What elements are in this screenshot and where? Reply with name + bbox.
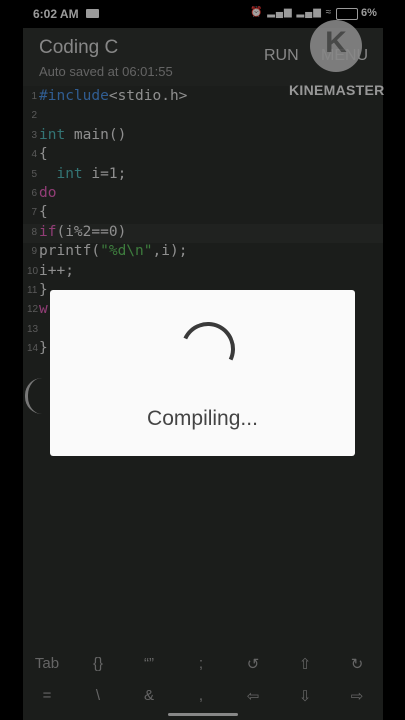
signal-icons: ⏰ ▂▄▆ ▂▄▆ ≈ (250, 7, 333, 18)
code-text: #include<stdio.h> (39, 88, 187, 104)
line-number: 14 (27, 343, 39, 355)
code-text: printf("%d\n",i); (39, 243, 187, 259)
code-line[interactable]: 4{ (23, 146, 383, 165)
code-token: { (39, 204, 48, 221)
code-text: if(i%2==0) (39, 224, 126, 240)
kinemaster-logo-icon: K (310, 20, 362, 72)
line-number: 11 (27, 285, 38, 296)
code-text: } (39, 282, 48, 298)
key-row1-3[interactable]: ; (181, 655, 221, 672)
code-token: int (39, 165, 83, 182)
code-line[interactable]: 6 do (23, 185, 383, 204)
code-line[interactable]: 3 int main() (23, 127, 383, 146)
code-text: } (39, 340, 48, 356)
code-line[interactable]: 2 (23, 107, 383, 126)
code-text: do (39, 185, 56, 201)
app-title: Coding C (39, 37, 119, 58)
code-token: "%d\n" (100, 243, 153, 260)
code-token: printf( (39, 243, 101, 260)
code-text: int i=1; (39, 166, 126, 182)
line-number: 9 (31, 246, 37, 258)
key-row1-5[interactable]: ⇧ (285, 655, 325, 673)
key-row2-0[interactable]: = (27, 687, 67, 704)
code-token: } (39, 340, 48, 357)
autosave-status: Auto saved at 06:01:55 (39, 64, 173, 79)
line-number: 3 (31, 129, 37, 141)
code-text: { (39, 204, 48, 220)
line-number: 8 (31, 226, 37, 238)
code-token: if (39, 223, 57, 240)
code-token: do (39, 185, 57, 201)
code-token: main() (65, 126, 127, 143)
line-number: 5 (31, 168, 37, 180)
line-number: 13 (27, 323, 39, 335)
line-number: 1 (31, 91, 37, 102)
line-number: 2 (31, 110, 37, 122)
key-row1-0[interactable]: Tab (27, 655, 67, 672)
code-token: (i%2==0) (56, 223, 127, 240)
video-camera-icon (86, 9, 99, 18)
key-row2-1[interactable]: \ (78, 687, 118, 704)
symbol-keybar: Tab {} “”; ↺ ⇧ ↻ = \ &, ⇦ ⇩ ⇨ (23, 646, 383, 720)
home-indicator[interactable] (168, 713, 238, 716)
code-line[interactable]: 7{ (23, 204, 383, 223)
loading-spinner-icon (173, 314, 243, 384)
line-number: 10 (27, 265, 39, 277)
code-token: #include (39, 88, 109, 104)
line-number: 12 (27, 304, 39, 316)
code-text: i++; (39, 263, 74, 279)
code-line[interactable]: 5 int i=1; (23, 166, 383, 185)
key-row1-6[interactable]: ↻ (337, 655, 377, 673)
kinemaster-text: KINEMASTER (289, 82, 385, 98)
code-token: i++; (39, 262, 74, 279)
kinemaster-watermark: K KINEMASTER (289, 20, 404, 100)
line-number: 4 (31, 149, 37, 161)
line-number: 7 (31, 207, 37, 219)
code-text: { (39, 146, 48, 162)
key-row1-2[interactable]: “” (129, 655, 169, 672)
code-token: i=1; (82, 165, 127, 182)
code-token: w (39, 301, 48, 318)
battery-percent: 6% (361, 7, 377, 19)
code-line[interactable]: 9 printf("%d\n",i); (23, 243, 383, 262)
code-line[interactable]: 10 i++; (23, 263, 383, 282)
code-token: int (39, 126, 66, 143)
key-row2-6[interactable]: ⇨ (337, 687, 377, 705)
compiling-dialog: Compiling... (50, 290, 355, 456)
code-token: { (39, 146, 48, 163)
code-token: <stdio.h> (108, 88, 188, 104)
key-row2-3[interactable]: , (181, 687, 221, 704)
status-time: 6:02 AM (33, 7, 79, 21)
key-row2-2[interactable]: & (129, 687, 169, 704)
key-row1-1[interactable]: {} (78, 655, 118, 672)
compiling-label: Compiling... (147, 407, 258, 430)
battery-icon (336, 8, 358, 20)
key-row1-4[interactable]: ↺ (233, 655, 273, 673)
code-line[interactable]: 8 if(i%2==0) (23, 223, 383, 243)
line-number: 6 (31, 188, 37, 199)
code-token: ,i); (152, 243, 188, 260)
key-row2-4[interactable]: ⇦ (233, 687, 273, 705)
code-text: int main() (39, 127, 126, 143)
code-token: } (39, 282, 48, 298)
key-row2-5[interactable]: ⇩ (285, 687, 325, 705)
code-text: w (39, 301, 48, 317)
